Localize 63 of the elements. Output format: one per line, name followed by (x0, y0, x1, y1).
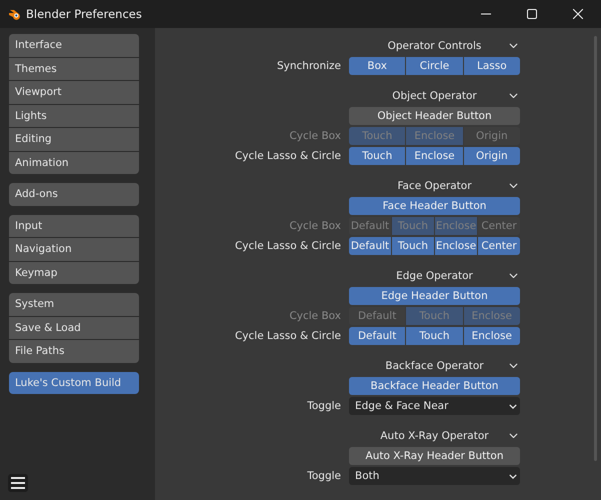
toggle-option[interactable]: Default (349, 327, 406, 345)
toggle-option[interactable]: Box (349, 57, 406, 75)
toggle-option[interactable]: Enclose (435, 237, 477, 255)
sidebar-item[interactable]: Luke's Custom Build (9, 372, 139, 394)
maximize-icon (527, 9, 537, 19)
sidebar-item[interactable]: Save & Load (9, 316, 139, 339)
field-label: Cycle Lasso & Circle (234, 329, 341, 344)
field-label: Synchronize (276, 59, 341, 74)
section-title: Backface Operator (385, 360, 484, 372)
toggle-option[interactable]: Center (478, 237, 520, 255)
sidebar-item[interactable]: Input (9, 214, 139, 237)
toggle-option[interactable]: Circle (406, 57, 463, 75)
sidebar-item[interactable]: System (9, 293, 139, 316)
window-title: Blender Preferences (26, 7, 143, 21)
toggle-option[interactable]: Touch (392, 237, 434, 255)
field-label: Cycle Box (288, 219, 341, 234)
sidebar-item[interactable]: Keymap (9, 262, 139, 284)
sidebar-item[interactable]: Animation (9, 152, 139, 174)
header-button[interactable]: Edge Header Button (349, 287, 520, 305)
section-title: Face Operator (397, 180, 472, 192)
field-label: Cycle Lasso & Circle (234, 149, 341, 164)
toggle-option[interactable]: Touch (349, 147, 406, 165)
toggle-option[interactable]: Enclose (464, 327, 520, 345)
header-button[interactable]: Face Header Button (349, 197, 520, 215)
section-title: Edge Operator (396, 270, 473, 282)
sidebar-item[interactable]: Lights (9, 104, 139, 127)
sidebar-item[interactable]: File Paths (9, 340, 139, 362)
dropdown[interactable]: Both (349, 467, 520, 485)
menu-icon (10, 476, 26, 490)
chevron-icon[interactable] (509, 433, 518, 438)
app-logo-icon (8, 8, 22, 20)
toggle-option[interactable]: Default (349, 237, 391, 255)
dropdown[interactable]: Edge & Face Near (349, 397, 520, 415)
sidebar-item[interactable]: Viewport (9, 81, 139, 104)
menu-button[interactable] (8, 474, 28, 492)
chevron-icon[interactable] (509, 363, 518, 368)
toggle-option[interactable]: Origin (464, 147, 520, 165)
field-label: Cycle Box (288, 309, 341, 324)
sidebar-item[interactable]: Navigation (9, 238, 139, 260)
header-button[interactable]: Auto X-Ray Header Button (349, 447, 520, 465)
sidebar-item[interactable]: Interface (9, 34, 139, 56)
chevron-icon[interactable] (509, 183, 518, 188)
field-label: Cycle Lasso & Circle (234, 239, 341, 254)
dropdown-caret-icon (509, 404, 517, 408)
header-button[interactable]: Backface Header Button (349, 377, 520, 395)
chevron-icon[interactable] (509, 273, 518, 278)
toggle-option[interactable]: Touch (406, 327, 463, 345)
toggle-option[interactable]: Enclose (406, 147, 463, 165)
dropdown-caret-icon (509, 474, 517, 478)
sidebar-item[interactable]: Add-ons (9, 183, 139, 206)
section-title: Object Operator (392, 90, 477, 102)
section-title: Auto X-Ray Operator (380, 430, 489, 442)
field-label: Toggle (306, 469, 341, 484)
toggle-option[interactable]: Lasso (464, 57, 520, 75)
header-button[interactable]: Object Header Button (349, 107, 520, 125)
chevron-icon[interactable] (509, 43, 518, 48)
field-label: Toggle (306, 399, 341, 414)
close-icon (573, 9, 583, 19)
chevron-icon[interactable] (509, 93, 518, 98)
section-title: Operator Controls (388, 40, 482, 52)
field-label: Cycle Box (288, 129, 341, 144)
sidebar-item[interactable]: Themes (9, 58, 139, 80)
sidebar-item[interactable]: Editing (9, 128, 139, 150)
